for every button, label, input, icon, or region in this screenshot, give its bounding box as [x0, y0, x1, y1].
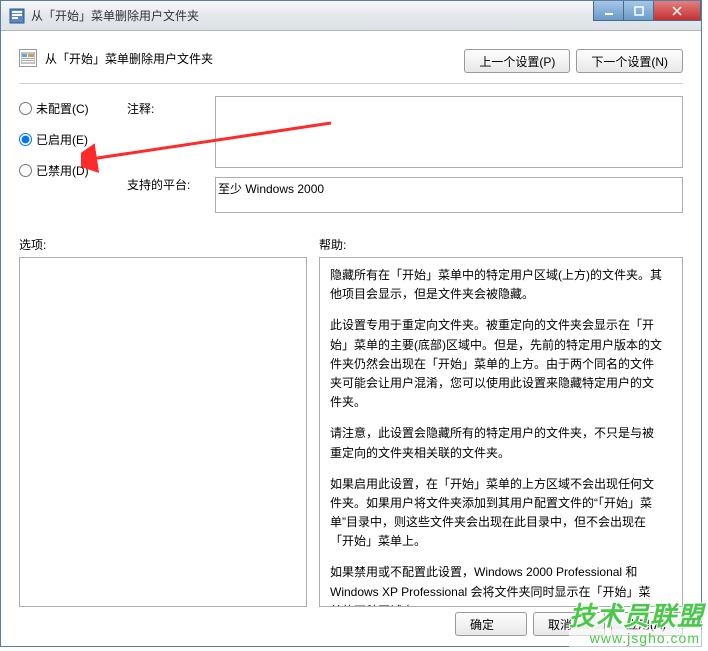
policy-title: 从「开始」菜单删除用户文件夹 — [45, 50, 213, 67]
help-p2: 此设置专用于重定向文件夹。被重定向的文件夹会显示在「开始」菜单的主要(底部)区域… — [330, 316, 662, 412]
platform-label: 支持的平台: — [127, 176, 207, 193]
radio-not-configured-label: 未配置(C) — [36, 100, 89, 117]
maximize-button[interactable] — [623, 1, 653, 21]
radio-not-configured[interactable]: 未配置(C) — [19, 100, 119, 117]
help-label: 帮助: — [319, 236, 346, 253]
watermark-line2: www.jsgho.com — [569, 629, 704, 647]
divider — [19, 83, 683, 84]
radio-enabled-input[interactable] — [19, 133, 32, 146]
app-icon — [9, 8, 25, 24]
dialog-window: 从「开始」菜单删除用户文件夹 从「开始」菜单删除用户文件夹 上一个设置(P) 下… — [0, 0, 702, 647]
radio-not-configured-input[interactable] — [19, 102, 32, 115]
close-button[interactable] — [653, 1, 701, 21]
watermark: 技术员联盟 www.jsgho.com — [569, 596, 704, 647]
options-panel — [19, 257, 307, 607]
titlebar[interactable]: 从「开始」菜单删除用户文件夹 — [1, 1, 701, 31]
help-panel[interactable]: 隐藏所有在「开始」菜单中的特定用户区域(上方)的文件夹。其他项目会显示，但是文件… — [319, 257, 683, 607]
help-p4: 如果启用此设置，在「开始」菜单的上方区域不会出现任何文件夹。如果用户将文件夹添加… — [330, 475, 662, 552]
next-setting-button[interactable]: 下一个设置(N) — [576, 49, 683, 73]
options-label: 选项: — [19, 236, 319, 253]
help-p3: 请注意，此设置会隐藏所有的特定用户的文件夹，不只是与被重定向的文件夹相关联的文件… — [330, 424, 662, 462]
window-title: 从「开始」菜单删除用户文件夹 — [31, 7, 199, 24]
window-controls — [593, 1, 701, 21]
radio-disabled[interactable]: 已禁用(D) — [19, 162, 119, 179]
help-p1: 隐藏所有在「开始」菜单中的特定用户区域(上方)的文件夹。其他项目会显示，但是文件… — [330, 266, 662, 304]
policy-icon — [19, 49, 37, 67]
radio-disabled-input[interactable] — [19, 164, 32, 177]
dialog-content: 从「开始」菜单删除用户文件夹 上一个设置(P) 下一个设置(N) 未配置(C) … — [1, 31, 701, 646]
ok-button[interactable]: 确定 — [455, 612, 527, 636]
radio-disabled-label: 已禁用(D) — [36, 162, 89, 179]
prev-setting-button[interactable]: 上一个设置(P) — [464, 49, 570, 73]
comment-label: 注释: — [127, 100, 207, 128]
minimize-button[interactable] — [593, 1, 623, 21]
watermark-line1: 技术员联盟 — [569, 596, 704, 633]
radio-enabled[interactable]: 已启用(E) — [19, 131, 119, 148]
radio-enabled-label: 已启用(E) — [36, 131, 88, 148]
comment-textarea[interactable] — [215, 96, 683, 168]
platform-textarea[interactable] — [215, 177, 683, 213]
